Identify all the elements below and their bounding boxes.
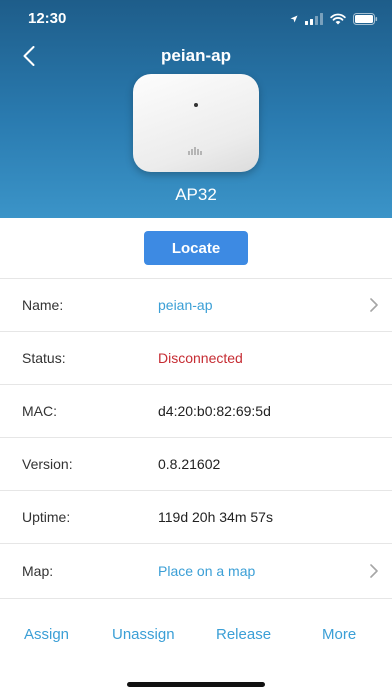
map-label: Map: <box>22 563 54 579</box>
uptime-label: Uptime: <box>22 509 71 525</box>
map-value: Place on a map <box>158 563 256 579</box>
detail-row-map[interactable]: Map: Place on a map <box>0 545 392 598</box>
chevron-left-icon <box>23 46 35 66</box>
mac-label: MAC: <box>22 403 57 419</box>
divider <box>0 543 392 544</box>
status-value: Disconnected <box>158 350 243 366</box>
version-label: Version: <box>22 456 73 472</box>
brand-logo-icon <box>188 147 202 155</box>
detail-row-uptime: Uptime: 119d 20h 34m 57s <box>0 491 392 544</box>
assign-button[interactable]: Assign <box>24 626 69 643</box>
detail-row-status: Status: Disconnected <box>0 332 392 385</box>
status-bar: 12:30 <box>0 0 392 40</box>
name-label: Name: <box>22 297 64 313</box>
wifi-icon <box>330 13 346 25</box>
release-button[interactable]: Release <box>216 626 271 643</box>
mac-value: d4:20:b0:82:69:5d <box>158 403 271 419</box>
version-value: 0.8.21602 <box>158 456 221 472</box>
home-indicator <box>127 682 265 687</box>
back-button[interactable] <box>16 42 42 70</box>
page-title: peian-ap <box>161 46 231 65</box>
action-bar: Assign Unassign Release More <box>0 626 392 656</box>
location-arrow-icon <box>290 15 298 23</box>
detail-row-mac: MAC: d4:20:b0:82:69:5d <box>0 385 392 438</box>
device-image <box>133 74 259 172</box>
device-header: 12:30 peian-ap AP32 <box>0 0 392 218</box>
signal-icon <box>305 13 323 25</box>
device-model: AP32 <box>175 185 217 204</box>
battery-icon <box>353 13 378 25</box>
name-value: peian-ap <box>158 297 213 313</box>
chevron-right-icon <box>370 564 378 578</box>
status-led <box>194 103 198 107</box>
more-button[interactable]: More <box>322 626 356 643</box>
chevron-right-icon <box>370 298 378 312</box>
unassign-button[interactable]: Unassign <box>112 626 175 643</box>
detail-row-version: Version: 0.8.21602 <box>0 438 392 491</box>
status-label: Status: <box>22 350 66 366</box>
uptime-value: 119d 20h 34m 57s <box>158 509 273 525</box>
locate-button[interactable]: Locate <box>144 231 248 265</box>
detail-row-name[interactable]: Name: peian-ap <box>0 279 392 332</box>
status-time: 12:30 <box>28 10 67 27</box>
divider <box>0 598 392 599</box>
